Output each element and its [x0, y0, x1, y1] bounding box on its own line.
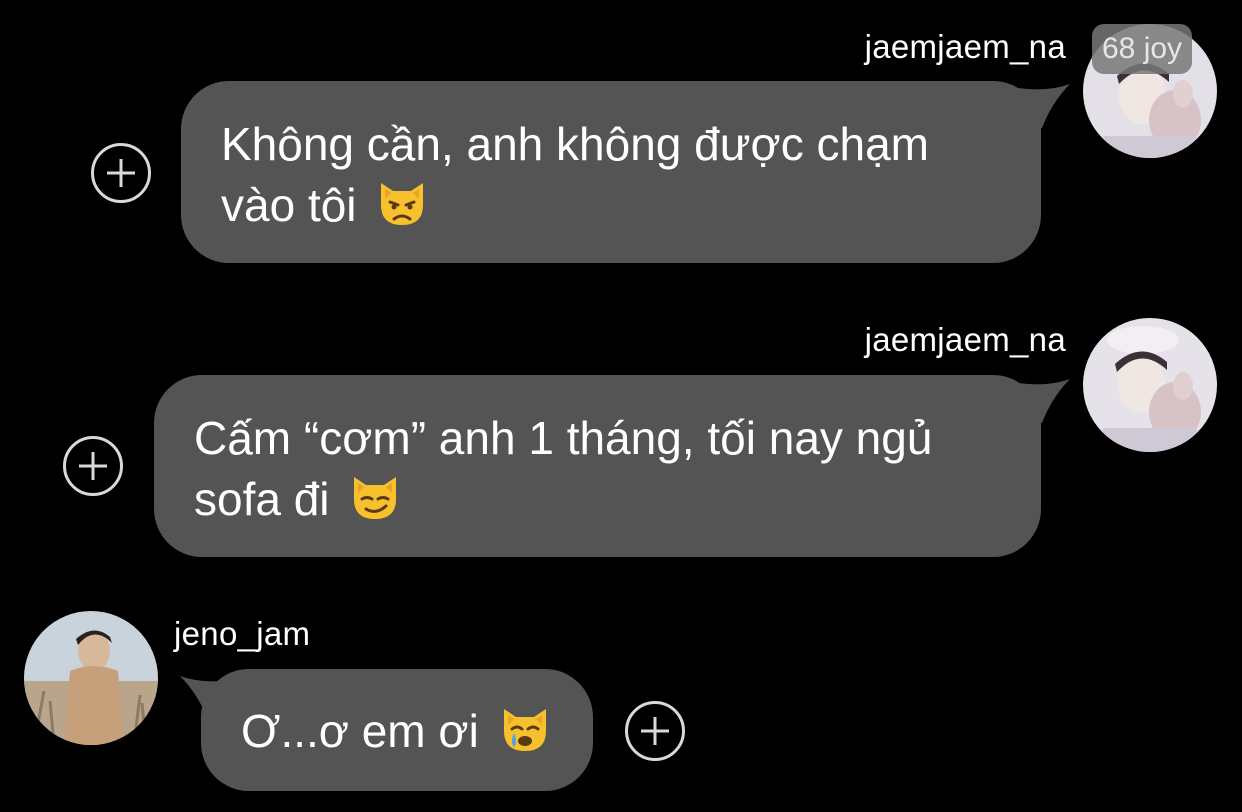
add-reaction-button[interactable]	[63, 436, 123, 496]
smirking-cat-emoji-icon	[348, 469, 402, 538]
avatar-photo-icon	[1083, 318, 1217, 452]
add-reaction-button[interactable]	[625, 701, 685, 761]
sender-username[interactable]: jaemjaem_na	[865, 28, 1066, 66]
message-text-line: Ơ...ơ em ơi	[241, 701, 553, 770]
sender-avatar[interactable]	[1083, 318, 1217, 452]
overlay-badge: 68 joy	[1092, 24, 1193, 74]
message-bubble[interactable]: Ơ...ơ em ơi	[201, 669, 593, 791]
message-text: Ơ...ơ em ơi	[241, 705, 479, 757]
message-bubble[interactable]: Cấm “cơm” anh 1 tháng, tối nay ngủ sofa …	[154, 375, 1041, 557]
crying-cat-emoji-icon	[498, 701, 552, 770]
message-text: vào tôi	[221, 179, 357, 231]
message-text-line-2: sofa đi	[194, 469, 1001, 538]
sender-username[interactable]: jaemjaem_na	[865, 321, 1066, 359]
message-text-line: Không cần, anh không được chạm	[221, 118, 929, 170]
add-reaction-button[interactable]	[91, 143, 151, 203]
message-text-line: Cấm “cơm” anh 1 tháng, tối nay ngủ	[194, 412, 933, 464]
message-text: sofa đi	[194, 473, 330, 525]
sender-avatar[interactable]	[24, 611, 158, 745]
message-text-line-2: vào tôi	[221, 175, 1001, 244]
message-bubble[interactable]: Không cần, anh không được chạm vào tôi	[181, 81, 1041, 263]
sender-username[interactable]: jeno_jam	[174, 615, 310, 653]
pouting-cat-emoji-icon	[375, 175, 429, 244]
avatar-photo-icon	[24, 611, 158, 745]
